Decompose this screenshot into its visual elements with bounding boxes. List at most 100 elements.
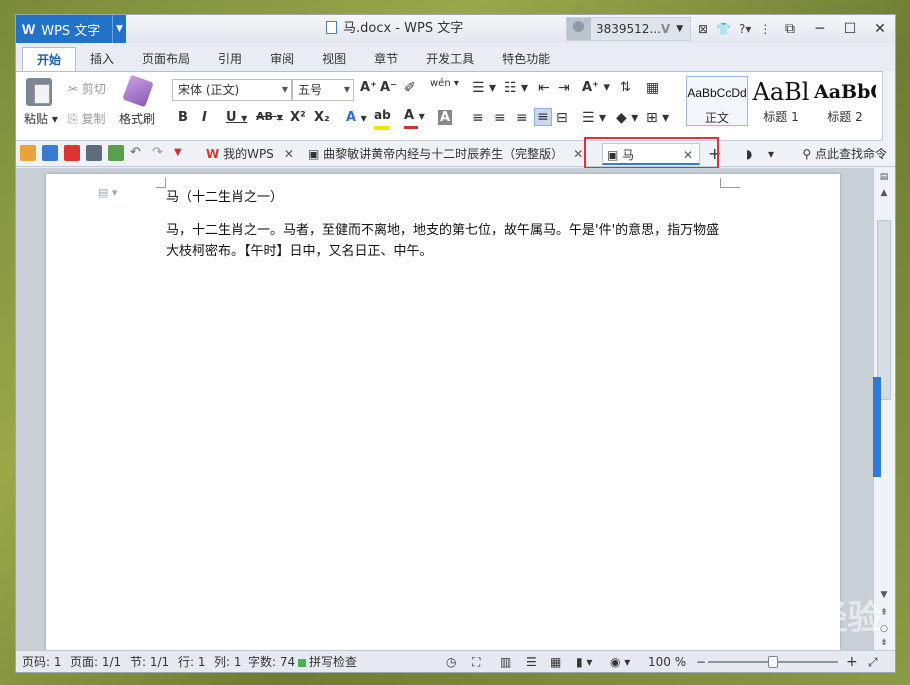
doc-tab-my-wps[interactable]: W 我的WPS ✕ (206, 143, 294, 165)
status-pages[interactable]: 页面: 1/1 (70, 651, 121, 673)
font-color-button[interactable]: A ▼ (404, 108, 425, 129)
tab-special[interactable]: 特色功能 (488, 47, 564, 71)
bullet-list-icon[interactable]: ☰ ▾ (472, 80, 496, 96)
revisions-icon[interactable]: ◷ (446, 651, 456, 673)
web-view-icon[interactable]: ▦ (550, 651, 561, 673)
tab-list-icon[interactable]: ◗ (746, 143, 752, 165)
close-icon[interactable]: ✕ (865, 15, 895, 43)
restore-window-icon[interactable]: ⧉ (775, 15, 805, 43)
document-heading[interactable]: 马（十二生肖之一） (166, 186, 283, 205)
style-heading-1[interactable]: AaBl 标题 1 (750, 76, 812, 126)
status-row[interactable]: 行: 1 (178, 651, 206, 673)
align-center-icon[interactable]: ≡ (494, 110, 506, 126)
status-col[interactable]: 列: 1 (214, 651, 242, 673)
document-paragraph[interactable]: 马，十二生肖之一。马者，至健而不离地，地支的第七位，故午属马。午是'件'的意思，… (166, 220, 726, 262)
ribbon-scrollbar[interactable] (882, 71, 895, 141)
print-preview-icon[interactable] (108, 145, 124, 161)
protect-eye-icon[interactable]: ◉ ▾ (610, 651, 630, 673)
shirt-icon[interactable]: 👕 (716, 22, 731, 36)
justify-icon[interactable]: ≡ (534, 108, 552, 126)
clear-format-icon[interactable]: ✐ (404, 80, 416, 96)
close-icon[interactable]: ✕ (284, 147, 294, 161)
distribute-icon[interactable]: ⊟ (556, 110, 568, 126)
next-page-icon[interactable]: ⇟ (877, 638, 891, 648)
cut-button[interactable]: ✂ 剪切 (68, 80, 106, 97)
tab-developer[interactable]: 开发工具 (412, 47, 488, 71)
style-normal[interactable]: AaBbCcDd 正文 (686, 76, 748, 126)
tab-view[interactable]: 视图 (308, 47, 360, 71)
tab-section[interactable]: 章节 (360, 47, 412, 71)
number-list-icon[interactable]: ☷ ▾ (504, 80, 528, 96)
scrollbar-thumb[interactable] (877, 220, 891, 400)
paragraph-options-icon[interactable]: ▤ ▾ (98, 186, 117, 199)
font-name-select[interactable]: 宋体 (正文) ▼ (172, 79, 292, 101)
minimize-icon[interactable]: ─ (805, 15, 835, 43)
spell-check[interactable]: 拼写检查 (298, 651, 357, 673)
scroll-up-icon[interactable]: ▲ (877, 188, 891, 198)
underline-button[interactable]: U ▼ (226, 110, 247, 125)
text-effect-icon[interactable]: A ▼ (346, 110, 367, 125)
chevron-down-icon[interactable]: ▼ (676, 24, 683, 34)
subscript-button[interactable]: X₂ (314, 110, 330, 125)
tab-insert[interactable]: 插入 (76, 47, 128, 71)
indent-icon[interactable]: ⇥ (558, 80, 570, 96)
side-panel-toggle[interactable] (873, 377, 881, 477)
style-heading-2[interactable]: AaBbC 标题 2 (814, 76, 876, 126)
shading-icon[interactable]: ◆ ▾ (616, 110, 638, 126)
reading-mode-icon[interactable]: ▮ ▾ (576, 651, 592, 673)
tab-review[interactable]: 审阅 (256, 47, 308, 71)
status-page[interactable]: 页码: 1 (22, 651, 62, 673)
sort-icon[interactable]: ⇅ (620, 80, 631, 95)
align-left-icon[interactable]: ≡ (472, 110, 484, 126)
scroll-top-icon[interactable]: ▤ (877, 172, 891, 182)
page-view-icon[interactable]: ▥ (500, 651, 511, 673)
zoom-slider-thumb[interactable] (768, 656, 778, 668)
case-icon[interactable]: A⁺ ▾ (582, 80, 610, 95)
undo-icon[interactable]: ↶ (130, 145, 146, 161)
zoom-in-button[interactable]: + (846, 651, 858, 673)
doc-tab-huangdi[interactable]: ▣ 曲黎敏讲黄帝内经与十二时辰养生（完整版） ✕ (308, 143, 583, 165)
gift-icon[interactable]: ⊠ (698, 22, 708, 36)
open-folder-icon[interactable] (20, 145, 36, 161)
char-border-button[interactable]: A (438, 110, 453, 125)
maximize-icon[interactable]: ☐ (835, 15, 865, 43)
tab-menu-icon[interactable]: ▾ (768, 143, 774, 165)
user-account[interactable]: 3839512... V ▼ (566, 17, 691, 41)
export-pdf-icon[interactable] (64, 145, 80, 161)
zoom-level[interactable]: 100 % (648, 651, 686, 673)
zoom-out-button[interactable]: − (696, 651, 706, 673)
bold-button[interactable]: B (178, 110, 188, 125)
print-icon[interactable] (86, 145, 102, 161)
outline-view-icon[interactable]: ☰ (526, 651, 537, 673)
paste-label[interactable]: 粘贴 ▾ (24, 110, 58, 127)
format-painter-label[interactable]: 格式刷 (119, 110, 155, 127)
copy-button[interactable]: ⎘ 复制 (68, 110, 105, 127)
status-words[interactable]: 字数: 74 (248, 651, 295, 673)
tab-references[interactable]: 引用 (204, 47, 256, 71)
phonetic-button[interactable]: wén ▾ (430, 78, 459, 89)
chevron-down-icon[interactable]: ▼ (112, 15, 126, 43)
app-menu-button[interactable]: W WPS 文字 ▼ (16, 15, 126, 43)
fit-window-icon[interactable]: ⤢ (868, 651, 878, 673)
strikethrough-button[interactable]: AB ▼ (256, 110, 283, 123)
find-command[interactable]: ⚲ 点此查找命令 (802, 143, 887, 165)
more-icon[interactable]: ⋮ (759, 22, 771, 36)
fullscreen-icon[interactable]: ⛶ (472, 651, 480, 673)
font-size-select[interactable]: 五号 ▼ (292, 79, 354, 101)
outdent-icon[interactable]: ⇤ (538, 80, 550, 96)
paste-button[interactable] (26, 78, 52, 106)
close-icon[interactable]: ✕ (573, 147, 583, 161)
superscript-button[interactable]: X² (290, 110, 306, 125)
align-right-icon[interactable]: ≡ (516, 110, 528, 126)
document-page[interactable]: ▤ ▾ 马（十二生肖之一） 马，十二生肖之一。马者，至健而不离地，地支的第七位，… (46, 174, 840, 650)
shrink-font-button[interactable]: A⁻ (380, 80, 397, 95)
help-icon[interactable]: ?▾ (739, 22, 751, 36)
line-spacing-icon[interactable]: ☰ ▾ (582, 110, 606, 126)
table-icon[interactable]: ▦ (646, 80, 659, 96)
tab-home[interactable]: 开始 (22, 47, 77, 71)
save-icon[interactable] (42, 145, 58, 161)
format-painter-button[interactable] (122, 74, 154, 108)
redo-icon[interactable]: ↷ (152, 145, 168, 161)
tab-page-layout[interactable]: 页面布局 (128, 47, 204, 71)
border-icon[interactable]: ⊞ ▾ (646, 110, 669, 126)
